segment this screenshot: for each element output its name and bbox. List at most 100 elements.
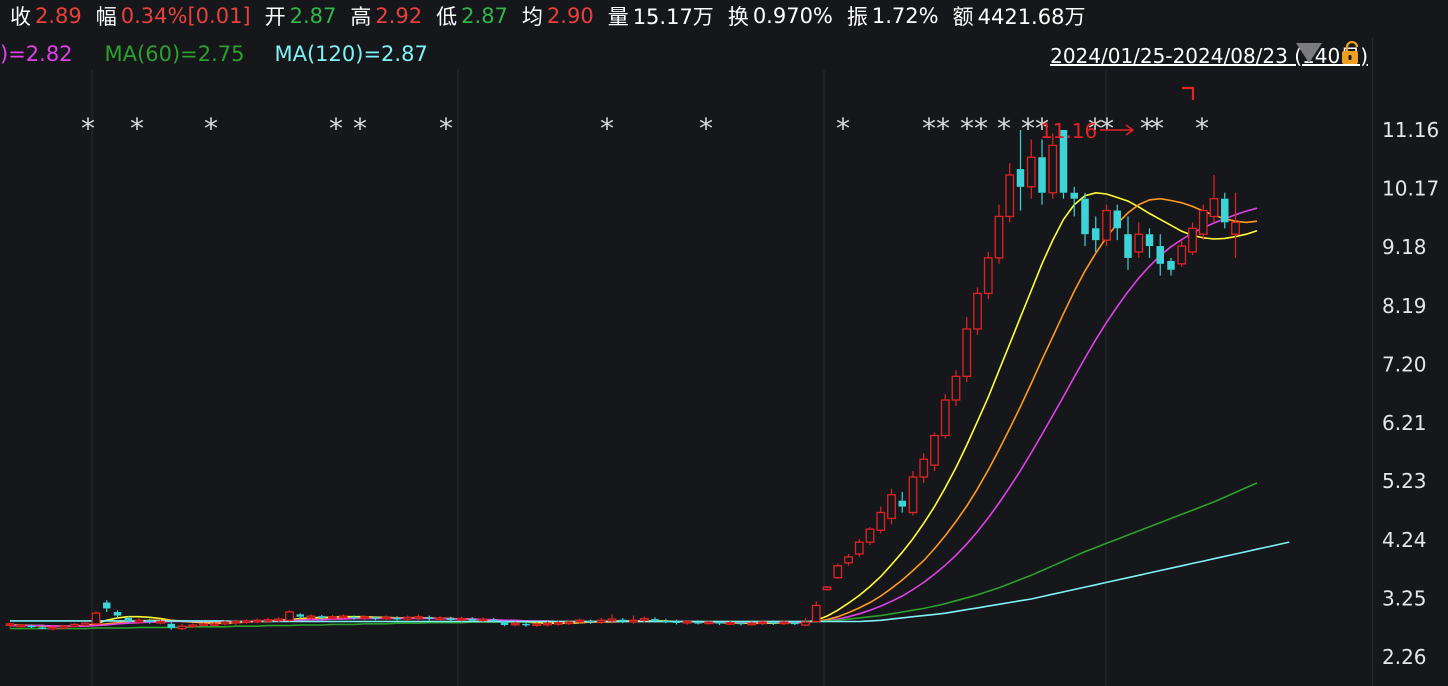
candle — [833, 563, 843, 579]
y-tick-label: 8.19 — [1382, 294, 1427, 318]
candlestick-chart: * * * * * * * * * * * * * * * * ** ** * 11.16 11.1610.179.… — [5, 70, 1439, 686]
candle-body — [328, 616, 337, 619]
candle — [854, 539, 864, 557]
candle-body — [124, 617, 132, 622]
candle-body — [1048, 144, 1058, 194]
candle-body — [296, 614, 304, 617]
candle-body — [1092, 228, 1100, 241]
candle — [951, 370, 961, 406]
candle-body — [338, 615, 348, 619]
candle — [425, 615, 433, 621]
candle-body — [1026, 156, 1036, 188]
candle — [682, 620, 692, 625]
candle-body — [769, 622, 777, 624]
event-marker: * — [1195, 112, 1209, 145]
candle-body — [318, 616, 326, 618]
candle-body — [596, 619, 606, 623]
candle-body — [478, 618, 488, 622]
event-marker: * — [130, 112, 144, 145]
event-marker: * — [329, 112, 343, 145]
candle — [1081, 192, 1089, 247]
candle — [1092, 216, 1100, 252]
candle-body — [59, 625, 69, 629]
candle — [962, 317, 972, 383]
candle-body — [490, 619, 498, 622]
candle — [91, 611, 101, 626]
peak-annotation: 11.16 — [1040, 86, 1195, 143]
candle — [586, 619, 595, 624]
candle-body — [887, 494, 896, 520]
candle-body — [715, 622, 724, 624]
candle-body — [16, 624, 26, 628]
candle-body — [672, 621, 681, 623]
y-tick-label: 4.24 — [1382, 528, 1427, 552]
candle — [360, 615, 370, 621]
candle — [231, 619, 241, 626]
candle — [1221, 192, 1229, 229]
event-marker: * — [439, 112, 453, 145]
candle-body — [146, 620, 154, 622]
candle — [414, 614, 423, 621]
event-marker: * — [1021, 112, 1035, 145]
candle — [435, 616, 445, 621]
y-tick-label: 3.25 — [1382, 586, 1427, 610]
candle-body — [209, 623, 219, 626]
candle-body — [1102, 209, 1111, 241]
candle-body — [371, 617, 380, 619]
candle — [1198, 204, 1208, 241]
candle-body — [651, 619, 659, 621]
candles — [5, 130, 1240, 631]
candle — [1048, 133, 1058, 199]
candle-body — [951, 375, 961, 401]
candle — [672, 619, 681, 625]
event-marker: * — [204, 112, 218, 145]
candle-body — [350, 616, 358, 619]
candle — [80, 622, 90, 627]
candle — [930, 432, 939, 472]
event-marker: * — [960, 112, 974, 145]
candle — [1156, 234, 1164, 276]
candle-body — [543, 622, 552, 626]
candle-body — [231, 620, 241, 624]
candle-body — [1005, 174, 1015, 218]
ma10-line — [10, 191, 1258, 628]
candle — [1113, 204, 1121, 241]
candle-body — [1209, 198, 1219, 218]
candle — [940, 394, 950, 439]
candle-body — [1156, 246, 1164, 264]
candle-body — [220, 621, 230, 625]
candle-body — [822, 586, 832, 591]
candle-body — [188, 624, 198, 628]
candle-body — [747, 622, 757, 626]
candle — [1145, 228, 1154, 258]
ma120-line — [10, 541, 1290, 623]
candle — [70, 623, 79, 628]
candle-body — [682, 620, 692, 624]
y-tick-label: 6.21 — [1382, 411, 1427, 435]
candle — [113, 610, 122, 618]
candle — [801, 617, 810, 627]
candle — [662, 619, 670, 624]
candle-body — [662, 620, 670, 623]
candle-body — [629, 619, 638, 623]
candle-body — [48, 626, 58, 630]
candle-body — [91, 612, 101, 625]
candle-body — [5, 623, 15, 626]
candle — [1188, 222, 1197, 255]
candle — [285, 610, 294, 622]
candle — [844, 553, 853, 566]
candle — [887, 488, 896, 525]
candle-body — [704, 621, 714, 625]
candle-body — [811, 604, 821, 623]
candle-body — [38, 627, 46, 629]
candle-body — [919, 458, 929, 478]
candle-body — [844, 556, 853, 564]
candle-body — [564, 621, 574, 625]
y-tick-label: 11.16 — [1382, 118, 1439, 142]
ma30-line — [10, 207, 1258, 628]
candle — [908, 471, 918, 516]
y-tick-label: 9.18 — [1382, 235, 1427, 259]
candle-body — [156, 620, 165, 624]
candle-body — [468, 619, 476, 621]
candle — [48, 626, 58, 631]
